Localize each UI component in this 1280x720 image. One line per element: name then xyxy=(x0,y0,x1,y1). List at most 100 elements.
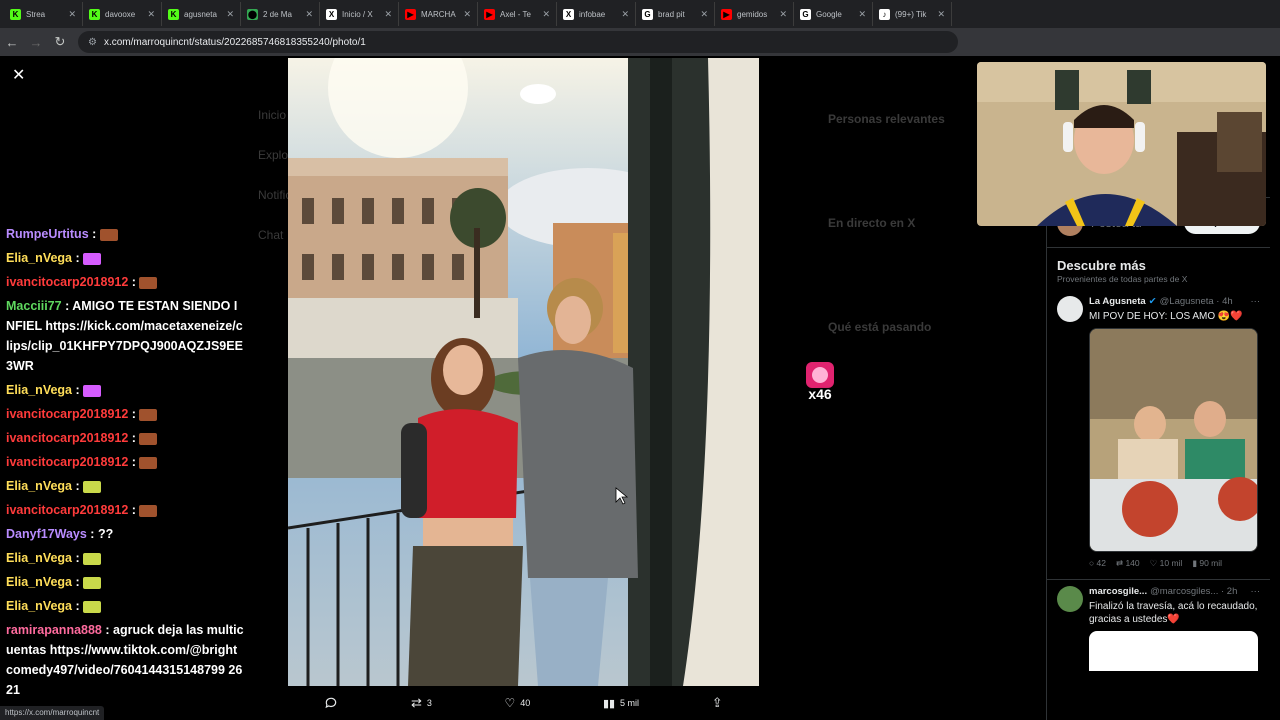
chat-emote-icon xyxy=(139,276,158,289)
retweet-button[interactable]: ⇄ 3 xyxy=(411,695,432,711)
stream-alert-badge: x46 xyxy=(804,360,836,404)
tab-close-icon[interactable]: ✕ xyxy=(700,9,708,20)
chat-username[interactable]: ivancitocarp2018912 xyxy=(6,275,128,289)
reply-count: 42 xyxy=(1096,558,1106,568)
tab-close-icon[interactable]: ✕ xyxy=(226,9,234,20)
reload-button[interactable]: ↻ xyxy=(48,30,72,54)
tab-close-icon[interactable]: ✕ xyxy=(858,9,866,20)
reply-icon xyxy=(325,697,337,709)
chat-separator: : xyxy=(128,431,140,445)
browser-tab[interactable]: ▶ MARCHA ✕ xyxy=(399,2,478,26)
tab-label: Google xyxy=(816,9,842,19)
reply-button[interactable]: ○ 42 xyxy=(1089,558,1106,569)
browser-tab[interactable]: Kdavooxe ✕ xyxy=(83,2,162,26)
site-info-icon[interactable]: ⚙ xyxy=(88,37,97,48)
address-url: x.com/marroquincnt/status/20226857468183… xyxy=(103,36,366,48)
retweet-icon: ⇄ xyxy=(410,695,422,710)
retweet-button[interactable]: ⇄ 140 xyxy=(1116,558,1140,569)
tab-close-icon[interactable]: ✕ xyxy=(384,9,392,20)
chat-username[interactable]: ramirapanna888 xyxy=(6,623,102,637)
tab-close-icon[interactable]: ✕ xyxy=(305,9,313,20)
close-photo-button[interactable]: ✕ xyxy=(12,68,28,84)
browser-tab[interactable]: K Strea ✕ xyxy=(4,2,83,26)
chat-message: ivancitocarp2018912 : xyxy=(0,402,250,426)
back-button[interactable]: ← xyxy=(0,30,24,54)
tab-label: davooxe xyxy=(105,9,136,19)
chat-separator: : xyxy=(128,407,140,421)
tab-favicon-icon: ♪ xyxy=(879,8,890,20)
chat-separator: : xyxy=(128,503,140,517)
browser-tab[interactable]: ▶ gemidos ✕ xyxy=(715,2,794,26)
chat-message: Elia_nVega : xyxy=(0,474,250,498)
bg-nav-item: Chat xyxy=(258,228,284,242)
like-button[interactable]: ♡ 40 xyxy=(505,696,531,710)
browser-tab[interactable]: ⬤ 2 de Ma ✕ xyxy=(241,2,320,26)
chat-username[interactable]: RumpeUrtitus xyxy=(6,227,89,241)
browser-tab[interactable]: ♪ (99+) Tik ✕ xyxy=(873,2,952,26)
chat-emote-icon xyxy=(139,432,158,445)
like-button[interactable]: ♡ 10 mil xyxy=(1150,558,1183,569)
discover-post[interactable]: La Agusneta ✔ @Lagusneta · 4h ··· MI POV… xyxy=(1047,290,1270,575)
tweet-detail-panel: ○ ⇄ 3 ♡ 40 ⚑ 1 ⇪ Postea tu Responder Des… xyxy=(1046,170,1270,720)
chat-username[interactable]: Elia_nVega xyxy=(6,575,72,589)
discover-post[interactable]: marcosgile... @marcosgiles... · 2h ··· F… xyxy=(1047,580,1270,677)
tab-close-icon[interactable]: ✕ xyxy=(147,9,155,20)
chat-username[interactable]: Elia_nVega xyxy=(6,479,72,493)
more-icon[interactable]: ··· xyxy=(1251,586,1261,597)
forward-button[interactable]: → xyxy=(24,30,48,54)
discover-subtitle: Provenientes de todas partes de X xyxy=(1057,274,1188,284)
browser-tab[interactable]: Gbrad pit ✕ xyxy=(636,2,715,26)
chat-text: ?? xyxy=(97,527,114,541)
post-image[interactable] xyxy=(1089,328,1258,552)
chat-username[interactable]: Elia_nVega xyxy=(6,383,72,397)
webcam-feed xyxy=(977,62,1266,226)
browser-tab[interactable]: X Inicio / X ✕ xyxy=(320,2,399,26)
chat-message: RumpeUrtitus : xyxy=(0,222,250,246)
chat-separator: : xyxy=(128,275,140,289)
browser-tab[interactable]: ▶ Axel - Te ✕ xyxy=(478,2,557,26)
share-button[interactable]: ⇪ xyxy=(712,695,723,711)
chat-emote-icon xyxy=(83,600,102,613)
post-author-handle: @Lagusneta · 4h xyxy=(1159,296,1233,307)
post-author-name[interactable]: La Agusneta xyxy=(1089,296,1146,307)
bg-side-heading: Personas relevantes xyxy=(828,112,945,126)
more-icon[interactable]: ··· xyxy=(1251,296,1261,307)
chat-message: Elia_nVega : xyxy=(0,570,250,594)
avatar[interactable] xyxy=(1057,586,1083,612)
browser-tab[interactable]: G Google ✕ xyxy=(794,2,873,26)
chat-username[interactable]: Elia_nVega xyxy=(6,551,72,565)
analytics-icon: ▮▮ xyxy=(602,697,616,710)
tab-favicon-icon: G xyxy=(642,8,653,20)
reply-button[interactable] xyxy=(324,696,338,710)
tab-close-icon[interactable]: ✕ xyxy=(937,9,945,20)
chat-username[interactable]: Elia_nVega xyxy=(6,251,72,265)
tweet-photo xyxy=(288,58,759,686)
tab-label: gemidos xyxy=(737,9,768,19)
chat-username[interactable]: ivancitocarp2018912 xyxy=(6,503,128,517)
chat-emote-icon xyxy=(139,504,158,517)
chat-emote-icon xyxy=(139,456,158,469)
chat-username[interactable]: Danyf17Ways xyxy=(6,527,87,541)
tab-label: infobae xyxy=(579,9,606,19)
chat-emote-icon xyxy=(139,408,158,421)
chat-separator: : xyxy=(72,575,84,589)
chat-username[interactable]: Elia_nVega xyxy=(6,599,72,613)
tab-close-icon[interactable]: ✕ xyxy=(621,9,629,20)
chat-username[interactable]: ivancitocarp2018912 xyxy=(6,455,128,469)
tab-close-icon[interactable]: ✕ xyxy=(463,9,471,20)
browser-tab[interactable]: Xinfobae ✕ xyxy=(557,2,636,26)
tab-close-icon[interactable]: ✕ xyxy=(779,9,787,20)
post-author-name[interactable]: marcosgile... xyxy=(1089,586,1147,597)
avatar[interactable] xyxy=(1057,296,1083,322)
browser-tab[interactable]: Kagusneta ✕ xyxy=(162,2,241,26)
post-image[interactable] xyxy=(1089,631,1258,671)
tab-close-icon[interactable]: ✕ xyxy=(542,9,550,20)
views-button[interactable]: ▮ 90 mil xyxy=(1192,558,1222,569)
chat-username[interactable]: ivancitocarp2018912 xyxy=(6,431,128,445)
address-bar[interactable]: ⚙ x.com/marroquincnt/status/202268574681… xyxy=(78,31,958,53)
tab-close-icon[interactable]: ✕ xyxy=(68,9,76,20)
chat-username[interactable]: ivancitocarp2018912 xyxy=(6,407,128,421)
streamer-webcam xyxy=(977,62,1266,226)
chat-username[interactable]: Macciii77 xyxy=(6,299,62,313)
views-button[interactable]: ▮▮ 5 mil xyxy=(603,697,639,710)
